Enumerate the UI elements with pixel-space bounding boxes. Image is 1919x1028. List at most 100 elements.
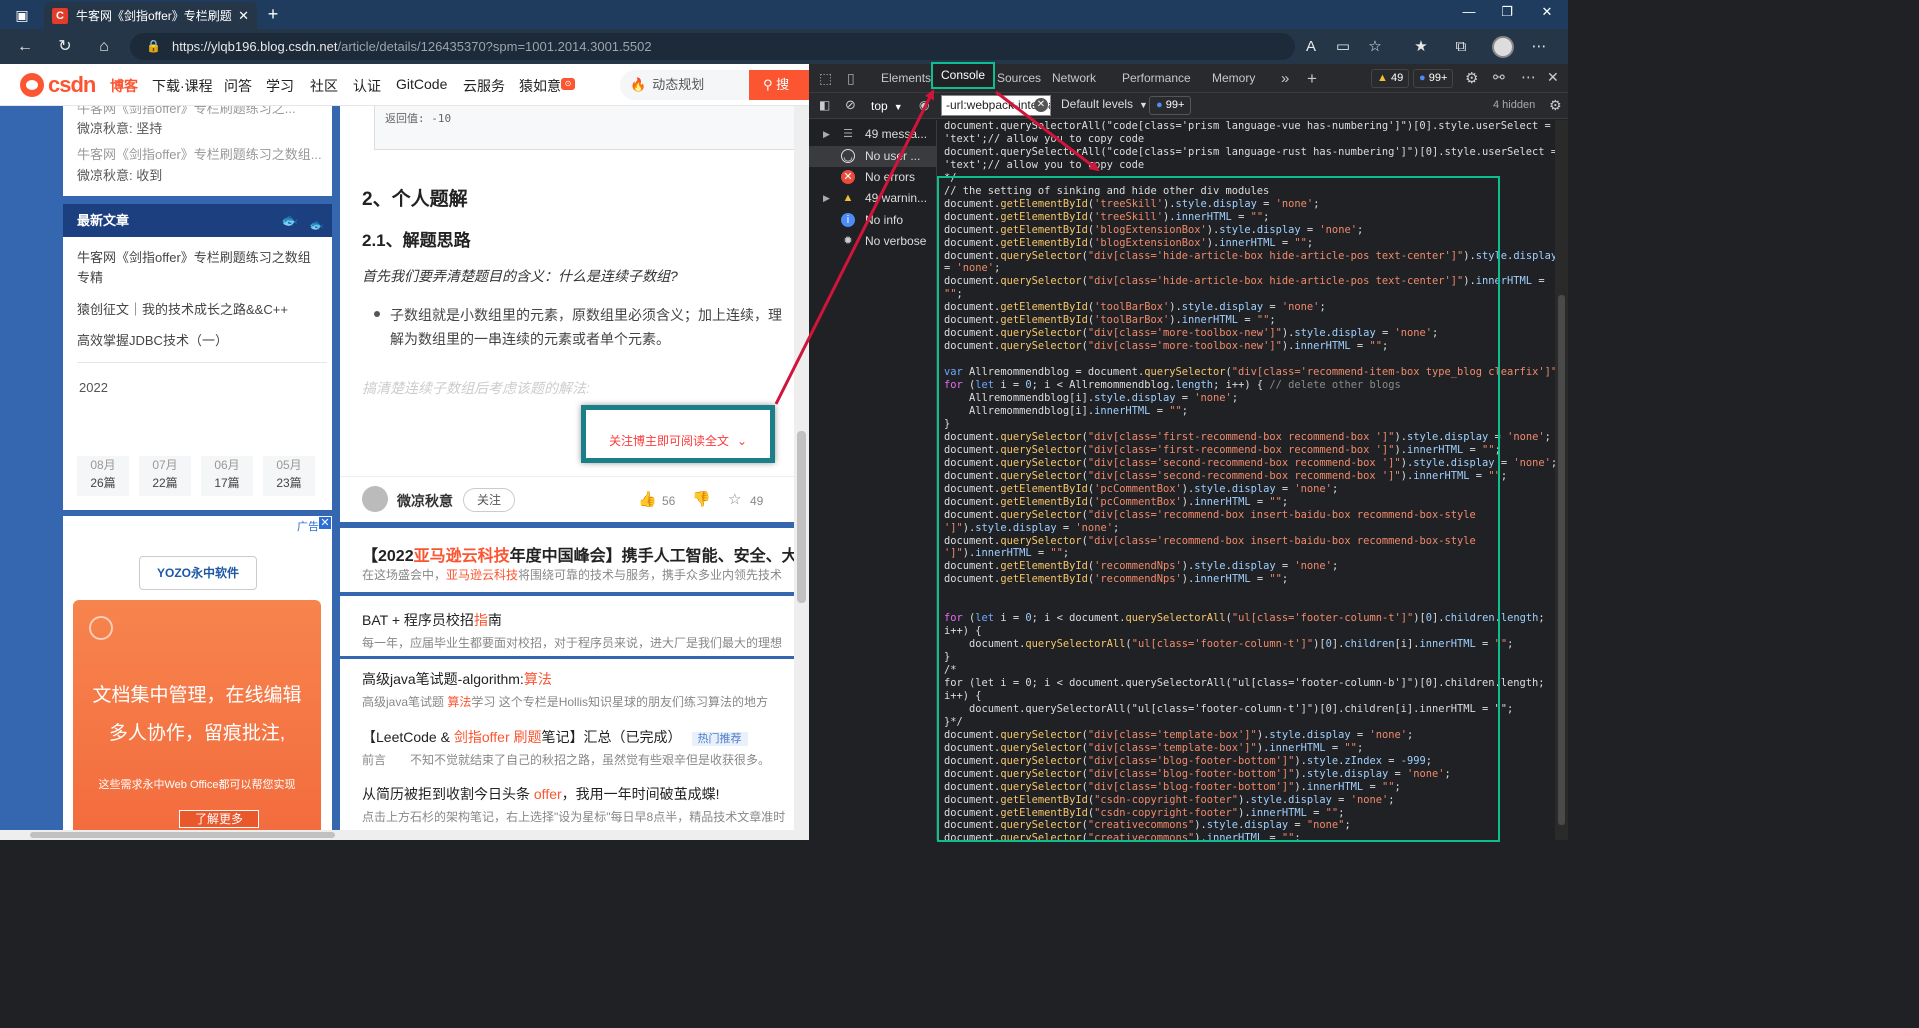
tab-sources[interactable]: Sources (997, 64, 1041, 93)
warnings-count: 49 (1390, 72, 1404, 84)
side-user[interactable]: ◡ No user ... (809, 146, 937, 167)
issues-badge[interactable]: ● 99+ (1413, 69, 1454, 88)
more-tabs-icon[interactable]: » (1281, 64, 1289, 93)
nav-community[interactable]: 社区 (310, 76, 338, 96)
read-aloud-icon[interactable]: A (1300, 36, 1322, 58)
collect-icon[interactable]: ☆ (728, 490, 741, 508)
archive-month-1[interactable]: 08月 26篇 (77, 456, 129, 496)
like-icon[interactable]: 👍 (638, 490, 657, 508)
side-verbose[interactable]: ✹ No verbose (809, 231, 937, 252)
newest-article-3[interactable]: 高效掌握JDBC技术（一） (77, 331, 322, 351)
rec-4-title[interactable]: 【LeetCode & 剑指offer 刷题笔记】汇总（已完成） 热门推荐 (362, 727, 748, 747)
rec-5-title[interactable]: 从简历被拒到收割今日头条 offer，我用一年时间破茧成蝶! (362, 784, 720, 804)
clear-console-icon[interactable]: ⊘ (845, 97, 856, 113)
nav-blog[interactable]: 博客 (110, 76, 138, 96)
nav-learn[interactable]: 学习 (266, 76, 294, 96)
home-icon[interactable]: ⌂ (93, 36, 115, 58)
clear-filter-icon[interactable]: ✕ (1034, 98, 1048, 112)
ad-card[interactable]: 广告 ✕ YOZO永中软件 文档集中管理，在线编辑 多人协作，留痕批注, 这些需… (63, 516, 332, 840)
device-toolbar-icon[interactable]: ▯ (847, 70, 855, 87)
app-available-icon[interactable]: ▭ (1332, 36, 1354, 58)
levels-value: Default levels (1061, 97, 1134, 111)
code-line: document.querySelector("div[class='templ… (944, 741, 1364, 754)
csdn-logo[interactable]: csdn (20, 72, 96, 98)
author-name[interactable]: 微凉秋意 (397, 491, 453, 511)
side-errors[interactable]: ✕ No errors (809, 167, 937, 188)
search-input[interactable]: 🔥 动态规划 (620, 70, 750, 100)
collections-icon[interactable]: ⧉ (1450, 36, 1472, 58)
archive-month-3[interactable]: 06月 17篇 (201, 456, 253, 496)
log-levels-select[interactable]: Default levels ▼ (1061, 97, 1148, 111)
back-icon[interactable]: ← (14, 36, 36, 58)
close-devtools-icon[interactable]: ✕ (1547, 69, 1559, 86)
nav-cloud[interactable]: 云服务 (463, 76, 505, 96)
scrollbar-thumb[interactable] (797, 431, 806, 603)
archive-count: 17篇 (214, 476, 240, 490)
active-tab[interactable]: C 牛客网《剑指offer》专栏刷题练 ✕ (44, 2, 257, 29)
rec-2-title[interactable]: BAT + 程序员校招指南 (362, 610, 502, 630)
page-scrollbar[interactable] (794, 106, 809, 840)
horizontal-scrollbar-thumb[interactable] (30, 832, 335, 838)
refresh-icon[interactable]: ↻ (54, 36, 76, 58)
new-tab-button[interactable]: + (262, 3, 284, 25)
rec-1-title[interactable]: 【2022亚马逊云科技年度中国峰会】携手人工智能、安全、大 (362, 542, 798, 566)
code-line: document.getElementById('treeSkill').sty… (944, 197, 1320, 210)
nav-qa[interactable]: 问答 (224, 76, 252, 96)
tab-elements[interactable]: Elements (881, 64, 931, 93)
nav-yuanruyi[interactable]: 猿如意 (519, 76, 561, 96)
side-info[interactable]: i No info (809, 210, 937, 231)
console-scrollbar-thumb[interactable] (1558, 295, 1565, 825)
follow-author-button[interactable]: 关注 (463, 488, 515, 512)
side-warnings[interactable]: ▶ ▲ 49 warnin... (809, 188, 937, 209)
nav-download-course[interactable]: 下载·课程 (152, 76, 213, 96)
ad-close-icon[interactable]: ✕ (319, 517, 331, 529)
add-tab-icon[interactable]: + (1307, 64, 1317, 93)
favorites-icon[interactable]: ★ (1410, 36, 1432, 58)
archive-month-2[interactable]: 07月 22篇 (139, 456, 191, 496)
console-filter-input[interactable]: -url:webpack-internal ✕ (941, 95, 1051, 116)
favorite-add-icon[interactable]: ☆ (1364, 36, 1386, 58)
more-menu-icon[interactable]: ⋯ (1528, 36, 1550, 58)
code-line: document.querySelector("creativecommons"… (944, 832, 1301, 840)
horizontal-scrollbar[interactable] (0, 830, 809, 840)
restore-icon[interactable]: ❐ (1496, 4, 1518, 24)
minimize-icon[interactable]: — (1458, 4, 1480, 24)
tab-console[interactable]: Console (931, 62, 995, 89)
console-scrollbar[interactable] (1555, 120, 1568, 840)
side-messages[interactable]: ▶ ☰ 49 messa... (809, 124, 937, 145)
tab-performance[interactable]: Performance (1122, 64, 1191, 93)
author-avatar[interactable] (362, 486, 388, 512)
tab-memory[interactable]: Memory (1212, 64, 1255, 93)
nav-gitcode[interactable]: GitCode (396, 76, 447, 92)
close-window-icon[interactable]: ✕ (1536, 4, 1558, 24)
devtools-more-icon[interactable]: ⋯ (1521, 68, 1536, 86)
eye-icon[interactable]: ◉ (919, 98, 929, 112)
tab-network[interactable]: Network (1052, 64, 1096, 93)
profile-avatar[interactable] (1492, 36, 1514, 58)
inspect-icon[interactable]: ⬚ (819, 70, 832, 87)
archive-month-label: 06月 (214, 458, 240, 472)
issues-chip[interactable]: ● 99+ (1149, 96, 1192, 115)
console-settings-icon[interactable]: ⚙ (1549, 97, 1562, 114)
newest-article-2[interactable]: 猿创征文｜我的技术成长之路&&C++ (77, 300, 322, 320)
rec-1-title-a: 【2022 (362, 548, 414, 565)
close-tab-icon[interactable]: ✕ (238, 8, 249, 24)
context-select[interactable]: top ▼ (867, 97, 911, 115)
url-field[interactable]: 🔒 https://ylqb196.blog.csdn.net/article/… (130, 33, 1295, 60)
read-more-highlight[interactable]: 关注博主即可阅读全文 ⌄ (581, 405, 775, 463)
comment-article-2[interactable]: 牛客网《剑指offer》专栏刷题练习之数组... (77, 144, 322, 163)
nav-certify[interactable]: 认证 (353, 76, 381, 96)
tab-actions-icon[interactable]: ▣ (8, 4, 36, 26)
settings-gear-icon[interactable]: ⚙ (1465, 69, 1478, 87)
read-more-link[interactable]: 关注博主即可阅读全文 ⌄ (586, 432, 770, 449)
ad-learn-more-button[interactable]: 了解更多 (179, 810, 259, 828)
sidebar-toggle-icon[interactable]: ◧ (819, 98, 830, 112)
code-line: 'text';// allow you to copy code (944, 158, 1145, 171)
search-button[interactable]: ⚲ 搜 (749, 70, 809, 100)
rec-3-title[interactable]: 高级java笔试题-algorithm:算法 (362, 669, 552, 689)
customize-icon[interactable]: ⚯ (1493, 69, 1505, 86)
archive-month-4[interactable]: 05月 23篇 (263, 456, 315, 496)
newest-article-1[interactable]: 牛客网《剑指offer》专栏刷题练习之数组专精 (77, 248, 322, 288)
dislike-icon[interactable]: 👎 (692, 490, 711, 508)
warnings-badge[interactable]: ▲ 49 (1371, 69, 1410, 88)
